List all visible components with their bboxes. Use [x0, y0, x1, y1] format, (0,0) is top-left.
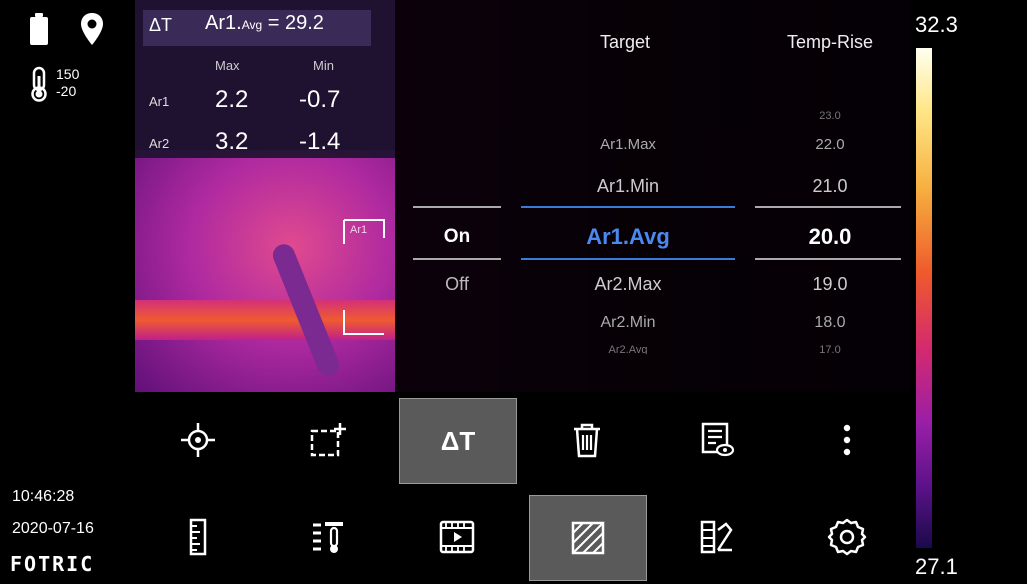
column-min: Min — [313, 58, 334, 73]
gear-icon — [827, 518, 867, 556]
main-toolbar — [135, 490, 910, 584]
scale-min-temp: 27.1 — [915, 554, 958, 579]
analysis-toolbar: ΔT — [135, 392, 910, 488]
target-option[interactable]: Ar2.Min — [521, 314, 735, 332]
row-max-value: 2.2 — [215, 86, 249, 113]
thermo-list-icon — [313, 522, 343, 553]
color-scale-bar — [916, 48, 932, 548]
brand-logo: FOTRIC — [10, 552, 95, 576]
range-high: 150 — [56, 66, 80, 82]
delta-t-tool-button[interactable]: ΔT — [399, 398, 517, 484]
thermometer-icon — [31, 66, 47, 102]
range-low: -20 — [56, 83, 77, 99]
temperature-range: 150 -20 — [56, 66, 79, 100]
target-option[interactable]: Ar1.Max — [521, 136, 735, 153]
video-icon — [439, 520, 475, 554]
rise-option-selected[interactable]: 20.0 — [755, 224, 905, 250]
measurement-panel: ΔT Ar1.Avg = 29.2 Max Min Ar1 2.2 -0.7 A… — [135, 0, 395, 158]
delta-t-settings-picker: Target Temp-Rise On Off Ar1.Max Ar1.Min … — [395, 0, 910, 392]
clock-date: 2020-07-16 — [12, 520, 94, 537]
delta-t-icon: ΔT — [440, 425, 476, 456]
row-label: Ar2 — [149, 136, 170, 151]
roi-label: Ar1 — [350, 224, 368, 236]
area-tool-button[interactable] — [270, 398, 386, 482]
rise-option[interactable]: 19.0 — [755, 274, 905, 295]
view-list-tool-button[interactable] — [659, 398, 775, 482]
switch-option-on[interactable]: On — [413, 226, 501, 248]
target-option[interactable]: Ar1.Min — [521, 176, 735, 197]
camera-screen: 150 -20 10:46:28 2020-07-16 FOTRIC Ar1 Δ… — [0, 0, 1027, 584]
ruler-tool-button[interactable] — [140, 495, 256, 579]
list-eye-icon — [701, 422, 735, 457]
settings-tool-button[interactable] — [789, 495, 905, 579]
palette-tool-button[interactable] — [659, 495, 775, 579]
status-column: 150 -20 10:46:28 2020-07-16 FOTRIC — [0, 0, 135, 584]
measurement-value: = 29.2 — [267, 12, 324, 34]
battery-icon — [30, 13, 48, 45]
trash-icon — [574, 423, 600, 458]
add-rectangle-icon — [310, 423, 346, 457]
row-max-value: 3.2 — [215, 128, 249, 155]
target-header: Target — [599, 32, 651, 52]
row-label: Ar1 — [149, 94, 170, 109]
scale-max-temp: 32.3 — [915, 12, 958, 37]
switch-option-off[interactable]: Off — [413, 274, 501, 295]
palette-icon — [700, 520, 733, 554]
spot-tool-button[interactable] — [140, 398, 256, 482]
target-option[interactable]: Ar2.Avg — [521, 344, 735, 354]
crosshair-icon — [181, 423, 215, 457]
ruler-icon — [189, 518, 207, 556]
rise-option[interactable]: 23.0 — [755, 110, 905, 120]
rise-option[interactable]: 21.0 — [755, 176, 905, 197]
rise-option[interactable]: 22.0 — [755, 136, 905, 153]
media-tool-button[interactable] — [399, 495, 515, 579]
temp-rise-header: Temp-Rise — [786, 32, 874, 52]
measurement-title: Ar1.Avg = 29.2 — [205, 12, 324, 34]
target-option[interactable]: Ar2.Max — [521, 274, 735, 295]
target-option-selected[interactable]: Ar1.Avg — [521, 224, 735, 250]
analysis-tool-button[interactable] — [529, 495, 647, 581]
delta-t-icon: ΔT — [149, 15, 173, 35]
row-min-value: -1.4 — [299, 128, 341, 155]
rise-option[interactable]: 18.0 — [755, 314, 905, 332]
rise-option[interactable]: 17.0 — [755, 344, 905, 354]
row-min-value: -0.7 — [299, 86, 341, 113]
more-tool-button[interactable] — [789, 398, 905, 482]
location-pin-icon — [81, 13, 103, 45]
clock-time: 10:46:28 — [12, 488, 75, 505]
column-max: Max — [215, 58, 240, 73]
hatched-rectangle-icon — [571, 521, 605, 555]
delete-tool-button[interactable] — [529, 398, 645, 482]
level-span-tool-button[interactable] — [270, 495, 386, 579]
more-vertical-icon — [843, 424, 851, 456]
